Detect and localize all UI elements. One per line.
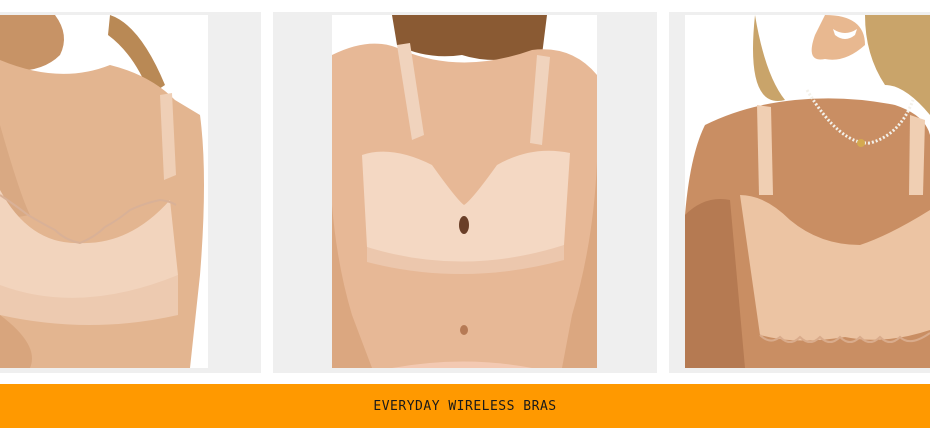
scalloped-bralette-photo-icon: [685, 15, 930, 368]
product-tile-3[interactable]: [669, 12, 930, 373]
product-tile-2[interactable]: [273, 12, 657, 373]
product-tile-1[interactable]: [0, 12, 261, 373]
scalloped-bra-photo-icon: [0, 15, 208, 368]
product-gallery: [0, 0, 930, 378]
product-photo-3[interactable]: [685, 15, 930, 368]
keyhole-bra-photo-icon: [332, 15, 597, 368]
product-photo-1[interactable]: [0, 15, 208, 368]
category-banner-label[interactable]: EVERYDAY WIRELESS BRAS: [373, 399, 556, 414]
product-photo-2[interactable]: [332, 15, 597, 368]
category-banner[interactable]: EVERYDAY WIRELESS BRAS: [0, 384, 930, 428]
product-showcase: EVERYDAY WIRELESS BRAS: [0, 0, 930, 428]
